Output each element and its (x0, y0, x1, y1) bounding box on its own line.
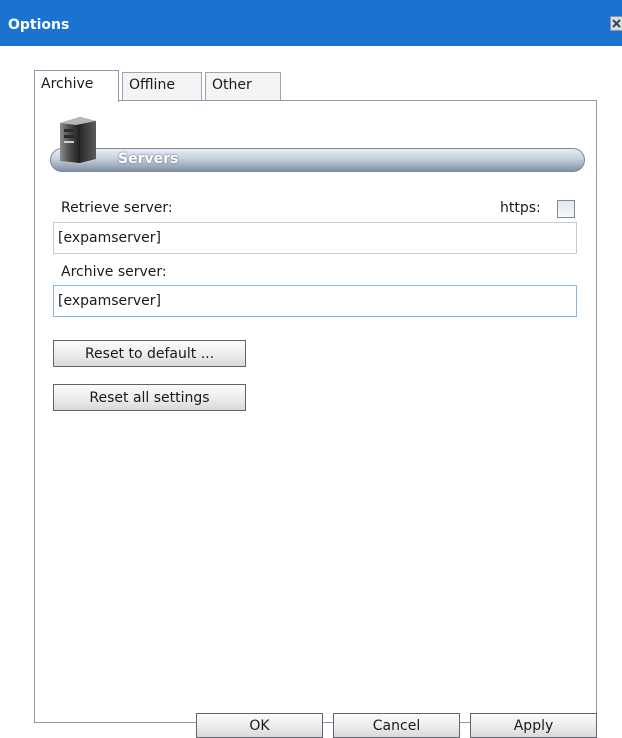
cancel-button[interactable]: Cancel (333, 713, 460, 738)
tab-archive-label: Archive (41, 76, 94, 92)
ok-button[interactable]: OK (196, 713, 323, 738)
tab-other-label: Other (212, 77, 252, 93)
tab-other[interactable]: Other (205, 72, 281, 100)
close-icon (612, 19, 621, 28)
https-checkbox[interactable] (557, 200, 575, 218)
tab-offline[interactable]: Offline (122, 72, 202, 100)
apply-button[interactable]: Apply (470, 713, 597, 738)
servers-group-title: Servers (118, 151, 179, 167)
tab-offline-label: Offline (129, 77, 175, 93)
server-tower-icon (60, 117, 96, 163)
tab-panel-archive (34, 100, 597, 723)
reset-all-settings-button[interactable]: Reset all settings (53, 384, 246, 411)
archive-server-input[interactable] (53, 285, 577, 317)
tab-archive[interactable]: Archive (34, 70, 119, 102)
reset-to-default-button[interactable]: Reset to default ... (53, 340, 246, 367)
retrieve-server-label: Retrieve server: (61, 200, 173, 216)
retrieve-server-input[interactable] (53, 222, 577, 254)
close-button[interactable] (610, 16, 622, 31)
https-label: https: (500, 200, 541, 216)
archive-server-label: Archive server: (61, 264, 167, 280)
window-title: Options (8, 17, 70, 33)
title-bar: Options (0, 0, 622, 46)
